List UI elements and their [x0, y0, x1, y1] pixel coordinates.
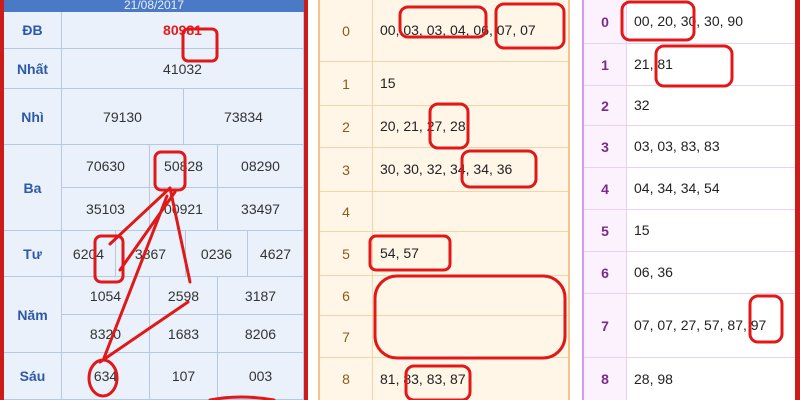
prize-sixth-2: 107	[150, 353, 218, 400]
prize-second-2: 73834	[184, 89, 304, 145]
head-values	[380, 276, 562, 315]
head-values: 20, 21, 27, 28	[380, 118, 466, 134]
tail-row-7: 7 07, 07, 27, 57, 87, 97	[584, 294, 800, 358]
head-digit: 2	[320, 106, 373, 147]
head-digit: 5	[320, 232, 373, 275]
head-row-3: 3 30, 30, 32, 34, 34, 36	[320, 148, 568, 192]
results-table: 21/08/2017 ĐB 80981 Nhất 41032 Nhì 79130…	[4, 0, 304, 400]
head-digit: 8	[320, 358, 373, 400]
prize-special: 80981	[62, 12, 304, 49]
prize-fourth-4: 4627	[248, 231, 304, 277]
head-row-7: 7	[320, 316, 568, 358]
prize-third-2: 50828	[150, 145, 218, 188]
head-values: 81, 83, 83, 87	[380, 370, 466, 387]
prize-third-6: 33497	[218, 188, 304, 231]
tail-values: 32	[634, 97, 650, 113]
label-special: ĐB	[4, 12, 62, 49]
head-values: 30, 30, 32, 34, 34, 36	[380, 161, 513, 177]
prize-fifth-1: 1054	[62, 277, 150, 315]
tail-values: 28, 98	[634, 370, 673, 387]
prize-third-3: 08290	[218, 145, 304, 188]
tail-digit: 5	[584, 210, 627, 251]
head-row-6: 6	[320, 276, 568, 316]
results-panel: 21/08/2017 ĐB 80981 Nhất 41032 Nhì 79130…	[0, 0, 308, 400]
tail-values: 04, 34, 34, 54	[634, 180, 720, 196]
tail-row-8: 8 28, 98	[584, 358, 800, 400]
head-digit: 1	[320, 62, 373, 105]
tail-values: 03, 03, 83, 83	[634, 138, 720, 154]
head-digit: 0	[320, 0, 373, 61]
tail-row-6: 6 06, 36	[584, 252, 800, 294]
tail-values: 06, 36	[634, 264, 673, 280]
label-second: Nhì	[4, 89, 62, 145]
prize-fifth-4: 8320	[62, 315, 150, 353]
label-fifth: Năm	[4, 277, 62, 353]
tail-values: 00, 20, 30, 30, 90	[634, 13, 743, 29]
tail-values: 07, 07, 27, 57, 87, 97	[634, 317, 767, 333]
head-digit: 7	[320, 316, 373, 357]
prize-sixth-1: 634	[62, 353, 150, 400]
prize-first: 41032	[62, 49, 304, 89]
head-values: 00, 03, 03, 04, 06, 07, 07	[380, 22, 536, 38]
head-row-0: 0 00, 03, 03, 04, 06, 07, 07	[320, 0, 568, 62]
label-third: Ba	[4, 145, 62, 231]
prize-fifth-5: 1683	[150, 315, 218, 353]
tail-digit: 3	[584, 126, 627, 167]
tail-table: 0 00, 20, 30, 30, 90 1 21, 81 2 32 3 03,…	[582, 0, 800, 400]
head-row-1: 1 15	[320, 62, 568, 106]
tail-values: 15	[634, 222, 650, 238]
tail-row-4: 4 04, 34, 34, 54	[584, 168, 800, 210]
tail-digit: 0	[584, 0, 627, 43]
prize-fourth-1: 6204	[62, 231, 116, 277]
head-digit: 4	[320, 192, 373, 231]
prize-third-5: 00921	[150, 188, 218, 231]
tail-row-1: 1 21, 81	[584, 44, 800, 86]
label-first: Nhất	[4, 49, 62, 89]
head-digit: 6	[320, 276, 373, 315]
tail-digit: 7	[584, 294, 627, 357]
tail-values: 21, 81	[634, 56, 673, 72]
head-row-5: 5 54, 57	[320, 232, 568, 276]
tail-digit: 4	[584, 168, 627, 209]
tail-row-5: 5 15	[584, 210, 800, 252]
label-sixth: Sáu	[4, 353, 62, 400]
tail-row-3: 3 03, 03, 83, 83	[584, 126, 800, 168]
head-values	[380, 316, 562, 357]
draw-date: 21/08/2017	[4, 0, 304, 12]
prize-fifth-6: 8206	[218, 315, 304, 353]
tail-digit: 6	[584, 252, 627, 293]
head-row-8: 8 81, 83, 83, 87	[320, 358, 568, 400]
head-values: 54, 57	[380, 245, 419, 261]
prize-fourth-2: 3867	[116, 231, 186, 277]
head-row-2: 2 20, 21, 27, 28	[320, 106, 568, 148]
head-row-4: 4	[320, 192, 568, 232]
tail-digit: 8	[584, 358, 627, 400]
prize-third-4: 35103	[62, 188, 150, 231]
tail-digit: 2	[584, 86, 627, 125]
tail-row-2: 2 32	[584, 86, 800, 126]
label-fourth: Tư	[4, 231, 62, 277]
head-digit: 3	[320, 148, 373, 191]
tail-digit: 1	[584, 44, 627, 85]
prize-second-1: 79130	[62, 89, 184, 145]
prize-sixth-3: 003	[218, 353, 304, 400]
prize-fifth-2: 2598	[150, 277, 218, 315]
head-values	[380, 192, 562, 231]
head-values: 15	[380, 75, 396, 91]
tail-row-0: 0 00, 20, 30, 30, 90	[584, 0, 800, 44]
head-table: 0 00, 03, 03, 04, 06, 07, 07 1 15 2 20, …	[318, 0, 570, 400]
prize-fourth-3: 0236	[186, 231, 248, 277]
prize-third-1: 70630	[62, 145, 150, 188]
right-frame-border	[795, 0, 800, 400]
prize-fifth-3: 3187	[218, 277, 304, 315]
